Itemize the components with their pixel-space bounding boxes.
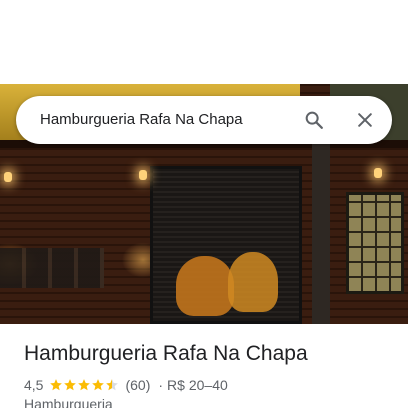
rating-value: 4,5 [24,377,44,393]
star-full-icon [50,379,63,391]
shutter-mural [228,252,278,312]
storefront-window [346,192,404,294]
search-input[interactable]: Hamburgueria Rafa Na Chapa [40,96,243,144]
search-bar[interactable]: Hamburgueria Rafa Na Chapa [16,96,392,144]
wall-lamp [4,172,12,182]
map-top-area [0,0,408,84]
review-count[interactable]: (60) [125,377,150,393]
wall-lamp [374,168,382,178]
star-full-icon [92,379,105,391]
place-info-panel[interactable]: Hamburgueria Rafa Na Chapa 4,5 (60) · R$… [0,324,408,408]
search-button[interactable] [298,104,330,136]
close-icon [358,113,372,127]
search-icon [305,111,323,129]
separator: · [158,377,164,393]
clear-search-button[interactable] [349,104,381,136]
shutter-mural [176,256,234,316]
place-title: Hamburgueria Rafa Na Chapa [24,342,308,365]
wall-boxes [0,248,104,288]
price-range: R$ 20–40 [167,377,228,393]
wall-lamp [139,170,147,180]
star-full-icon [64,379,77,391]
storefront-post [312,144,330,324]
star-half-icon [106,379,119,391]
place-category: Hamburgueria [24,396,113,408]
rating-row: 4,5 (60) · R$ 20–40 [24,377,228,393]
rating-stars [49,378,119,392]
star-full-icon [78,379,91,391]
